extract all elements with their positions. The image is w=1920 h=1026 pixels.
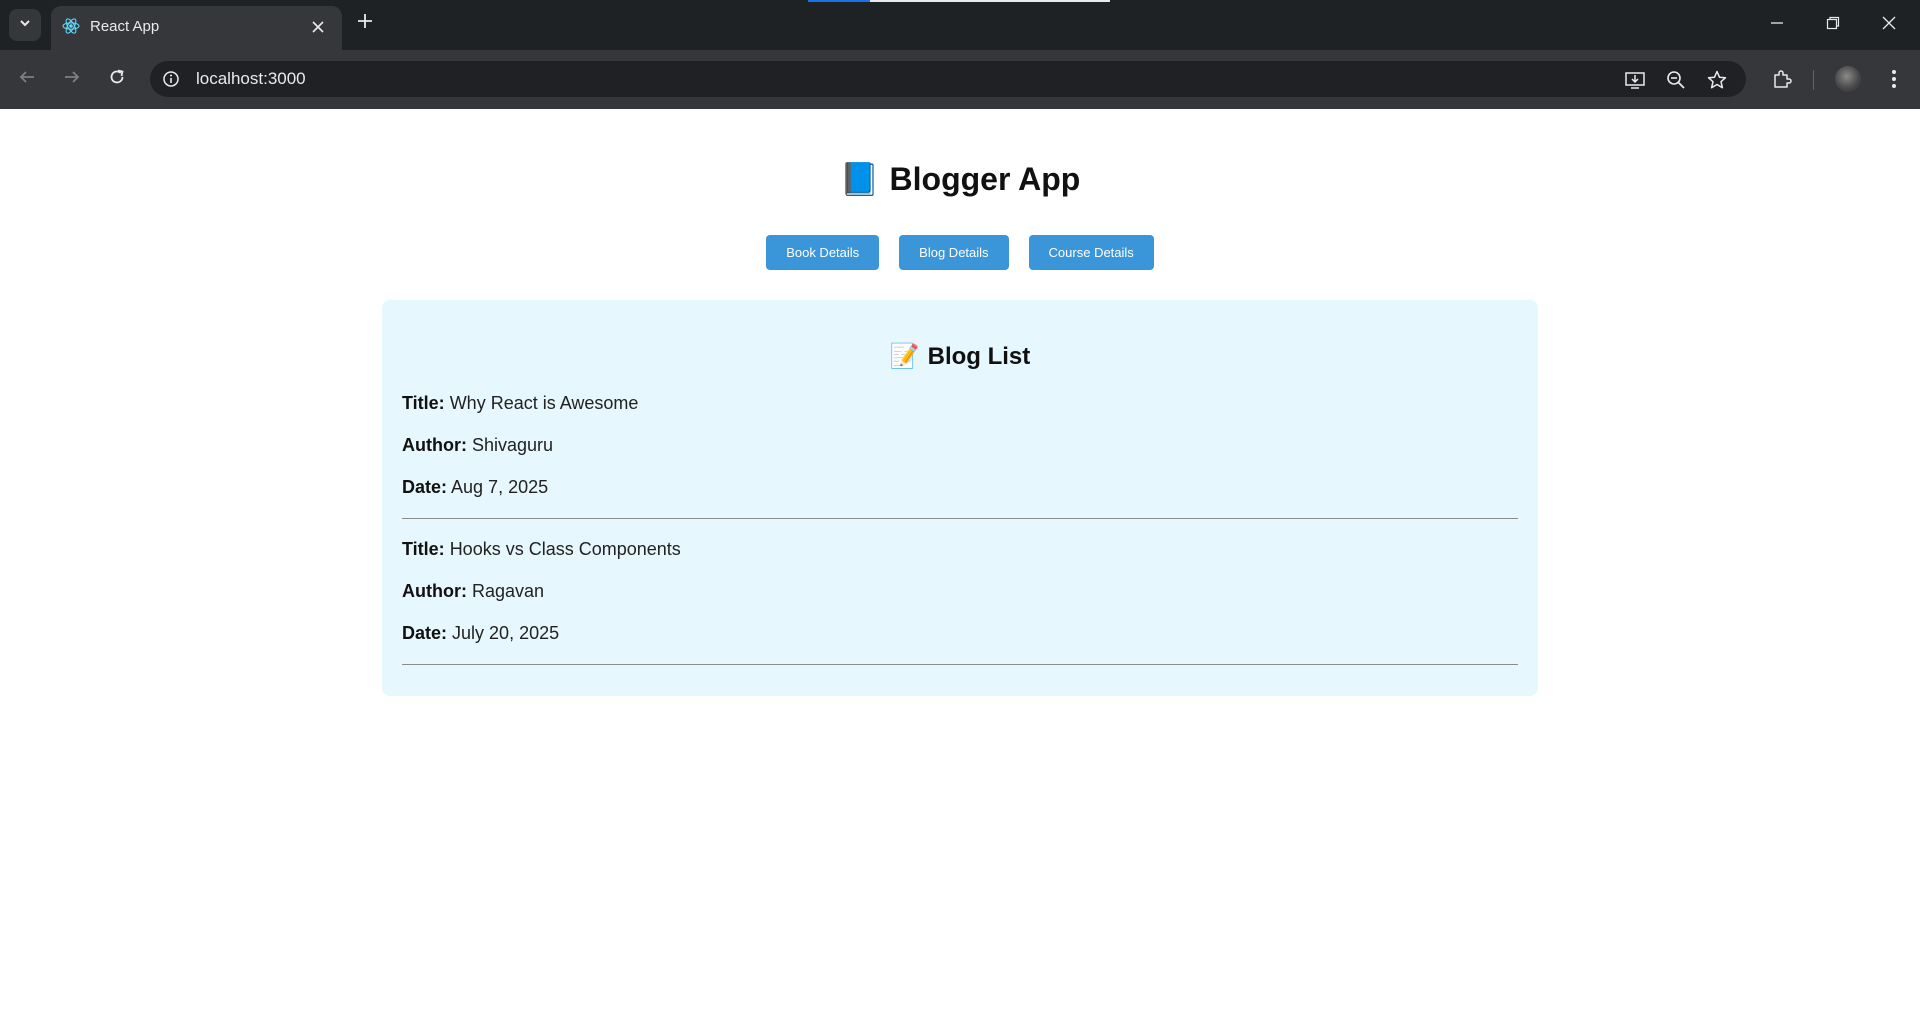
blog-list-card: 📝 Blog List Title: Why React is Awesome A…	[382, 300, 1538, 696]
close-icon[interactable]	[308, 17, 328, 37]
blog-title-row: Title: Hooks vs Class Components	[402, 539, 681, 560]
date-label: Date:	[402, 623, 448, 643]
page-title: 📘 Blogger App	[0, 160, 1920, 198]
date-label: Date:	[402, 477, 448, 497]
minimize-icon	[1770, 16, 1784, 35]
page-title-text: Blogger App	[889, 161, 1081, 197]
blog-date: July 20, 2025	[452, 623, 560, 643]
reload-icon	[108, 68, 126, 91]
restore-icon	[1826, 16, 1840, 35]
blog-title-row: Title: Why React is Awesome	[402, 393, 638, 414]
minimize-button[interactable]	[1762, 10, 1792, 40]
toolbar-separator	[1813, 70, 1814, 90]
tab-strip: React App	[0, 0, 1920, 50]
tab-search-button[interactable]	[9, 9, 41, 41]
blog-author: Ragavan	[472, 581, 545, 601]
star-icon[interactable]	[1705, 68, 1729, 92]
chevron-down-icon	[18, 16, 32, 35]
blog-list-heading-text: Blog List	[927, 343, 1031, 370]
blog-author-row: Author: Ragavan	[402, 581, 544, 602]
restore-button[interactable]	[1818, 10, 1848, 40]
reload-button[interactable]	[103, 65, 131, 93]
author-label: Author:	[402, 581, 467, 601]
blog-title: Hooks vs Class Components	[449, 539, 681, 559]
title-label: Title:	[402, 539, 445, 559]
forward-button[interactable]	[58, 65, 86, 93]
info-icon[interactable]	[160, 68, 182, 90]
browser-chrome: React App localhost:3000	[0, 0, 1920, 109]
blog-author: Shivaguru	[472, 435, 554, 455]
blue-book-icon: 📘	[839, 160, 880, 198]
address-bar[interactable]: localhost:3000	[150, 61, 1746, 97]
blog-details-button[interactable]: Blog Details	[899, 235, 1009, 270]
back-button[interactable]	[13, 65, 41, 93]
blog-date-row: Date: July 20, 2025	[402, 623, 559, 644]
arrow-right-icon	[63, 68, 81, 91]
new-tab-button[interactable]	[353, 11, 377, 35]
book-details-button[interactable]: Book Details	[766, 235, 880, 270]
kebab-menu-icon[interactable]	[1880, 65, 1908, 93]
loading-indicator	[808, 0, 1110, 2]
close-window-button[interactable]	[1874, 10, 1904, 40]
tab-title: React App	[90, 18, 160, 35]
url-text: localhost:3000	[196, 69, 306, 88]
puzzle-icon[interactable]	[1768, 65, 1796, 93]
arrow-left-icon	[18, 68, 36, 91]
blog-author-row: Author: Shivaguru	[402, 435, 553, 456]
close-icon	[1882, 16, 1896, 35]
entry-divider	[402, 664, 1518, 665]
react-icon	[61, 16, 81, 36]
browser-toolbar: localhost:3000	[0, 50, 1920, 109]
blog-date-row: Date: Aug 7, 2025	[402, 477, 548, 498]
nav-button-row: Book Details Blog Details Course Details	[0, 235, 1920, 270]
zoom-out-icon[interactable]	[1664, 68, 1688, 92]
memo-icon: 📝	[889, 342, 920, 370]
blog-date: Aug 7, 2025	[451, 477, 549, 497]
blog-list-heading: 📝 Blog List	[382, 342, 1538, 371]
install-app-icon[interactable]	[1623, 68, 1647, 92]
tab-react-app[interactable]: React App	[51, 6, 342, 50]
blog-title: Why React is Awesome	[449, 393, 639, 413]
title-label: Title:	[402, 393, 445, 413]
entry-divider	[402, 518, 1518, 519]
course-details-button[interactable]: Course Details	[1028, 235, 1154, 270]
plus-icon	[357, 13, 373, 34]
author-label: Author:	[402, 435, 467, 455]
avatar[interactable]	[1835, 66, 1861, 92]
